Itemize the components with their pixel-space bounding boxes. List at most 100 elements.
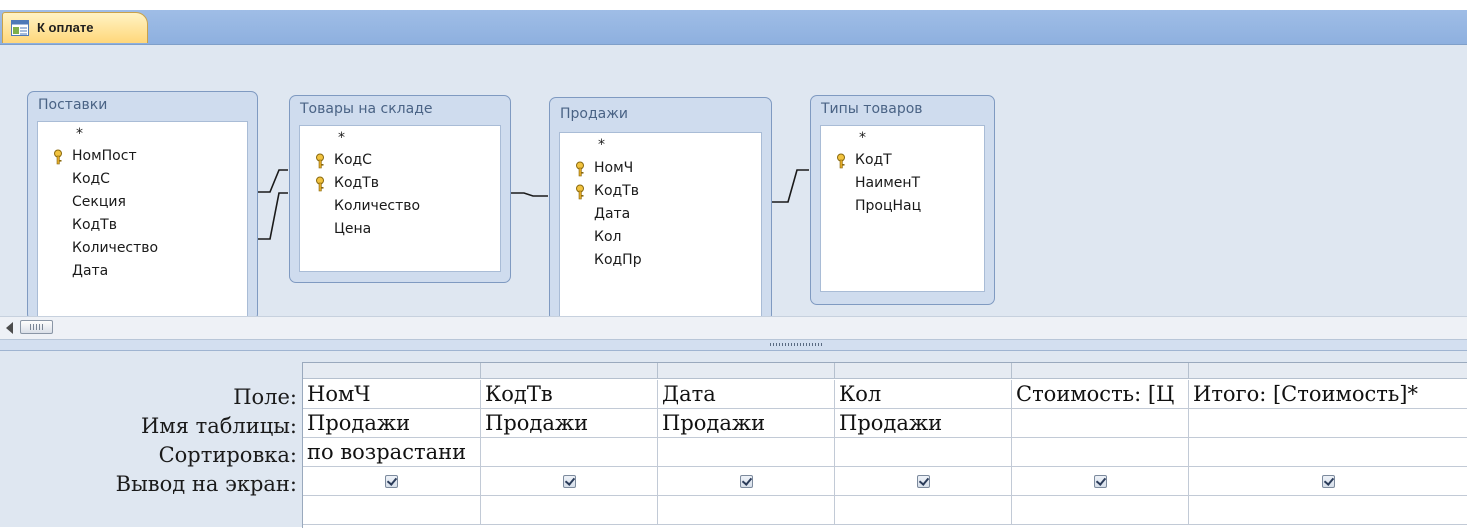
show-cell: [1012, 467, 1189, 496]
table-cell[interactable]: Продажи: [835, 409, 1012, 438]
table-tipy-tovarov[interactable]: Типы товаров * КодТ НаименТ ПроцНац: [810, 95, 995, 305]
field-list[interactable]: * КодТ НаименТ ПроцНац: [820, 125, 985, 292]
column-selector[interactable]: [1189, 363, 1467, 379]
column-selector[interactable]: [481, 363, 658, 379]
criteria-cell[interactable]: [481, 496, 658, 525]
design-grid-cells: НомЧ КодТв Дата Кол Стоимость: [Ц Итого:…: [302, 362, 1467, 528]
table-cell[interactable]: [1189, 409, 1467, 438]
table-cell[interactable]: Продажи: [658, 409, 835, 438]
field-cena[interactable]: Цена: [334, 221, 371, 237]
field-naimen[interactable]: НаименТ: [855, 175, 920, 191]
relationship-line: [511, 192, 548, 197]
scroll-left-arrow-icon[interactable]: [6, 322, 13, 334]
document-tab-bar: К оплате: [0, 10, 1467, 45]
show-cell: [835, 467, 1012, 496]
field-list[interactable]: * КодС КодТв Количество Цена: [299, 125, 501, 272]
table-postavki[interactable]: Поставки * НомПост КодС Секция КодТв Кол…: [27, 91, 258, 321]
sort-cell[interactable]: [1012, 438, 1189, 467]
column-selector[interactable]: [303, 363, 481, 379]
field-nomch[interactable]: НомЧ: [594, 160, 633, 176]
field-kodpr[interactable]: КодПр: [594, 252, 642, 268]
field-kolichestvo[interactable]: Количество: [334, 198, 420, 214]
table-title: Продажи: [560, 106, 628, 122]
show-checkbox[interactable]: [1094, 475, 1107, 488]
show-cell: [1189, 467, 1467, 496]
show-checkbox[interactable]: [385, 475, 398, 488]
primary-key-icon: [54, 149, 62, 165]
field-kodtv[interactable]: КодТв: [72, 217, 117, 233]
field-all[interactable]: *: [859, 130, 866, 146]
field-kodtv[interactable]: КодТв: [334, 175, 379, 191]
primary-key-icon: [316, 153, 324, 169]
sort-cell[interactable]: [835, 438, 1012, 467]
field-cell[interactable]: Стоимость: [Ц: [1012, 380, 1189, 409]
criteria-cell[interactable]: [1012, 496, 1189, 525]
field-sekciya[interactable]: Секция: [72, 194, 126, 210]
field-kodtv[interactable]: КодТв: [594, 183, 639, 199]
primary-key-icon: [576, 184, 584, 200]
diagram-horizontal-scrollbar[interactable]: [0, 316, 1467, 340]
table-cell[interactable]: Продажи: [303, 409, 481, 438]
query-design-grid: Поле: Имя таблицы: Сортировка: Вывод на …: [0, 351, 1467, 528]
field-kods[interactable]: КодС: [334, 152, 372, 168]
field-all[interactable]: *: [338, 130, 345, 146]
sort-cell[interactable]: по возрастани: [303, 438, 481, 467]
show-checkbox[interactable]: [1322, 475, 1335, 488]
row-label-table: Имя таблицы:: [141, 414, 297, 438]
criteria-cell[interactable]: [1189, 496, 1467, 525]
field-cell[interactable]: КодТв: [481, 380, 658, 409]
relationship-line: [258, 169, 288, 193]
field-kol[interactable]: Кол: [594, 229, 621, 245]
query-icon: [11, 20, 29, 36]
table-diagram-pane: Поставки * НомПост КодС Секция КодТв Кол…: [0, 45, 1467, 322]
criteria-cell[interactable]: [303, 496, 481, 525]
criteria-cell[interactable]: [658, 496, 835, 525]
field-procnac[interactable]: ПроцНац: [855, 198, 921, 214]
tab-label: К оплате: [37, 20, 94, 35]
column-selector[interactable]: [835, 363, 1012, 379]
table-prodazhi[interactable]: Продажи * НомЧ КодТв Дата Кол КодПр: [549, 97, 772, 322]
field-cell[interactable]: НомЧ: [303, 380, 481, 409]
column-selector[interactable]: [1012, 363, 1189, 379]
show-cell: [481, 467, 658, 496]
show-checkbox[interactable]: [563, 475, 576, 488]
field-nompost[interactable]: НомПост: [72, 148, 137, 164]
field-all[interactable]: *: [76, 126, 83, 142]
scrollbar-thumb[interactable]: [20, 320, 53, 334]
row-label-field: Поле:: [233, 385, 297, 409]
row-label-show: Вывод на экран:: [115, 472, 297, 496]
field-kodt[interactable]: КодТ: [855, 152, 892, 168]
show-cell: [303, 467, 481, 496]
row-label-sort: Сортировка:: [158, 443, 297, 467]
primary-key-icon: [576, 161, 584, 177]
pane-splitter[interactable]: [0, 340, 1467, 351]
relationship-line: [772, 169, 809, 203]
table-tovary-na-sklade[interactable]: Товары на складе * КодС КодТв Количество…: [289, 95, 511, 283]
show-checkbox[interactable]: [740, 475, 753, 488]
primary-key-icon: [316, 176, 324, 192]
field-cell[interactable]: Кол: [835, 380, 1012, 409]
sort-cell[interactable]: [1189, 438, 1467, 467]
field-cell[interactable]: Итого: [Стоимость]*: [1189, 380, 1467, 409]
primary-key-icon: [837, 153, 845, 169]
column-selector[interactable]: [658, 363, 835, 379]
field-kods[interactable]: КодС: [72, 171, 110, 187]
field-data[interactable]: Дата: [72, 263, 108, 279]
table-title: Типы товаров: [821, 101, 923, 117]
table-title: Поставки: [38, 97, 108, 113]
sort-cell[interactable]: [481, 438, 658, 467]
query-tab[interactable]: К оплате: [2, 12, 148, 43]
relationship-line: [258, 192, 288, 240]
table-cell[interactable]: Продажи: [481, 409, 658, 438]
sort-cell[interactable]: [658, 438, 835, 467]
field-list[interactable]: * НомПост КодС Секция КодТв Количество Д…: [37, 121, 248, 320]
splitter-grip-icon[interactable]: [770, 343, 822, 346]
table-cell[interactable]: [1012, 409, 1189, 438]
field-data[interactable]: Дата: [594, 206, 630, 222]
field-all[interactable]: *: [598, 137, 605, 153]
field-list[interactable]: * НомЧ КодТв Дата Кол КодПр: [559, 132, 762, 321]
show-checkbox[interactable]: [917, 475, 930, 488]
criteria-cell[interactable]: [835, 496, 1012, 525]
field-cell[interactable]: Дата: [658, 380, 835, 409]
field-kolichestvo[interactable]: Количество: [72, 240, 158, 256]
